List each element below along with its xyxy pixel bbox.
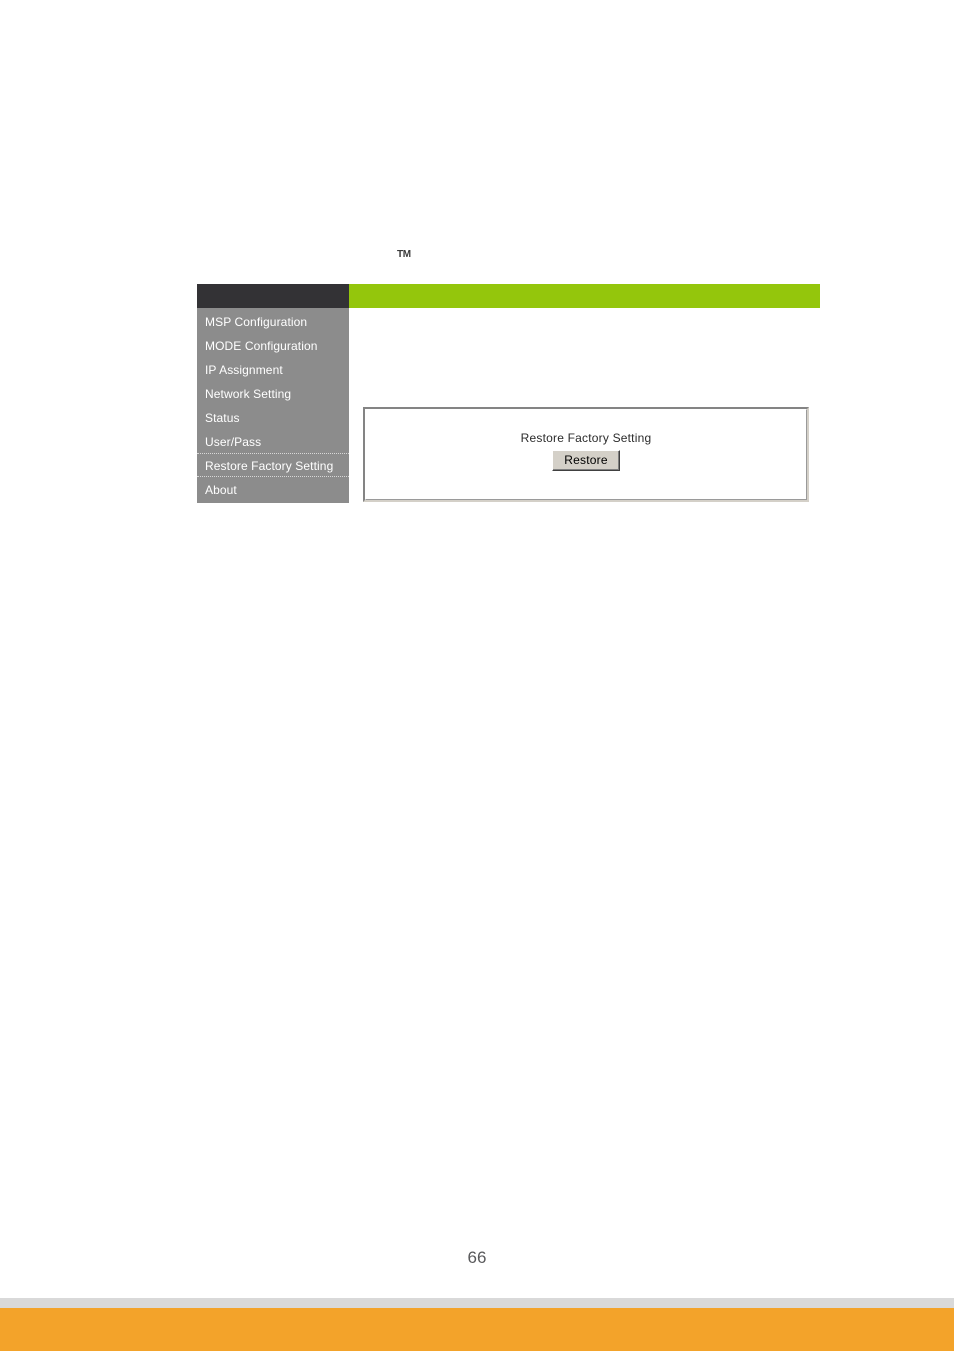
trademark-mark: TM bbox=[397, 249, 411, 260]
restore-factory-setting-panel: Restore Factory Setting Restore bbox=[363, 407, 809, 502]
sidebar-item-label: Restore Factory Setting bbox=[205, 459, 334, 473]
panel-title: Restore Factory Setting bbox=[520, 430, 652, 445]
sidebar-item-ip-assignment[interactable]: IP Assignment bbox=[197, 357, 349, 381]
sidebar-item-label: About bbox=[205, 483, 237, 497]
embedded-web-ui-screenshot: MSP Configuration MODE Configuration IP … bbox=[197, 284, 820, 521]
sidebar-item-label: IP Assignment bbox=[205, 363, 283, 377]
ui-body: MSP Configuration MODE Configuration IP … bbox=[197, 308, 820, 521]
restore-factory-setting-panel-inner: Restore Factory Setting Restore bbox=[365, 409, 807, 500]
ui-content-area: Restore Factory Setting Restore bbox=[349, 308, 820, 521]
sidebar-item-label: MSP Configuration bbox=[205, 315, 308, 329]
ui-header-accent-bar bbox=[349, 284, 820, 308]
sidebar-item-about[interactable]: About bbox=[197, 477, 349, 501]
sidebar-item-mode-configuration[interactable]: MODE Configuration bbox=[197, 333, 349, 357]
sidebar-item-network-setting[interactable]: Network Setting bbox=[197, 381, 349, 405]
ui-sidebar: MSP Configuration MODE Configuration IP … bbox=[197, 308, 349, 503]
sidebar-item-label: Status bbox=[205, 411, 240, 425]
ui-header bbox=[197, 284, 820, 308]
sidebar-item-label: MODE Configuration bbox=[205, 339, 318, 353]
page-number: 66 bbox=[467, 1248, 487, 1267]
sidebar-item-status[interactable]: Status bbox=[197, 405, 349, 429]
footer-accent-band bbox=[0, 1308, 954, 1351]
restore-button[interactable]: Restore bbox=[552, 449, 620, 471]
ui-header-brand-block bbox=[197, 284, 349, 308]
sidebar-item-label: Network Setting bbox=[205, 387, 292, 401]
sidebar-item-msp-configuration[interactable]: MSP Configuration bbox=[197, 309, 349, 333]
sidebar-item-label: User/Pass bbox=[205, 435, 262, 449]
sidebar-item-user-pass[interactable]: User/Pass bbox=[197, 429, 349, 453]
footer-divider-band bbox=[0, 1298, 954, 1308]
sidebar-item-restore-factory-setting[interactable]: Restore Factory Setting bbox=[197, 453, 349, 477]
